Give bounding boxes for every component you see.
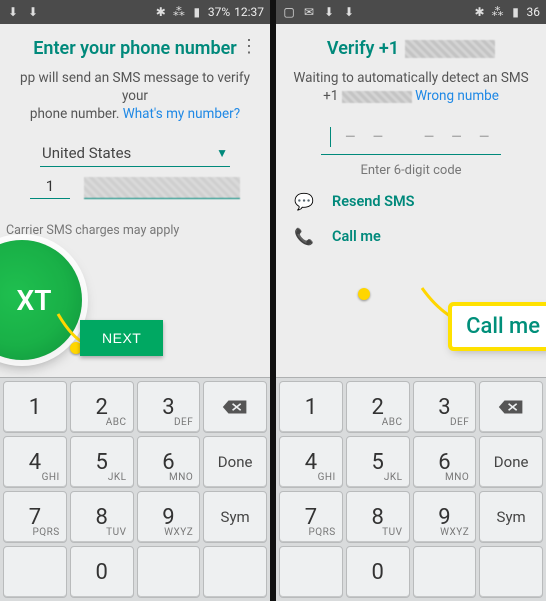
phone-screen-enter-number: ⬇ ⬇ ✱ ⁂ ▮ 37% 12:37 Enter your phone num… [0,0,270,601]
key-6[interactable]: 6MNO [413,436,477,488]
app-body: Enter your phone number ⋮ pp will send a… [0,24,270,601]
key-1[interactable]: 1 [3,381,67,433]
clock: 12:37 [234,5,264,19]
key-4[interactable]: 4GHI [279,436,343,488]
country-code-input[interactable]: 1 [30,177,70,199]
carrier-note: Carrier SMS charges may apply [0,203,270,238]
status-bar: ▢ ✉ ⬇ ⬇ ✱ ⁂ ▮ 36 [276,0,546,24]
resend-sms-row[interactable]: 💬 Resend SMS [276,178,546,221]
key-8[interactable]: 8TUV [70,491,134,543]
whats-my-number-link[interactable]: What's my number? [123,106,240,122]
country-name: United States [42,144,131,162]
chevron-down-icon: ▼ [216,146,228,160]
key-8[interactable]: 8TUV [346,491,410,543]
wifi-icon: ⁂ [172,5,186,19]
page-title: Verify +1 [276,24,546,65]
key-1[interactable]: 1 [279,381,343,433]
key-5[interactable]: 5JKL [346,436,410,488]
bluetooth-icon: ✱ [473,5,487,19]
key-3[interactable]: 3DEF [413,381,477,433]
overflow-menu-icon[interactable]: ⋮ [240,38,258,56]
phone-icon: 📞 [294,227,314,246]
key-blank-left[interactable] [279,546,343,598]
next-button[interactable]: NEXT [80,320,163,356]
key-5[interactable]: 5JKL [70,436,134,488]
bluetooth-icon: ✱ [154,5,168,19]
key-4[interactable]: 4GHI [3,436,67,488]
call-me-row[interactable]: 📞 Call me [276,221,546,256]
signal-icon: ▮ [509,5,523,19]
key-backspace[interactable] [479,381,543,433]
key-0[interactable]: 0 [346,546,410,598]
key-blank-left[interactable] [3,546,67,598]
sms-icon: 💬 [294,192,314,211]
key-2[interactable]: 2ABC [346,381,410,433]
key-sym[interactable]: Sym [203,491,267,543]
app-body: Verify +1 Waiting to automatically detec… [276,24,546,601]
redacted-number [405,40,495,58]
phone-screen-verify: ▢ ✉ ⬇ ⬇ ✱ ⁂ ▮ 36 Verify +1 Waiting to au… [276,0,546,601]
numeric-keypad: 1 2ABC 3DEF 4GHI 5JKL 6MNO Done 7PQRS 8T… [0,377,270,601]
redacted-number-inline [342,91,412,103]
key-7[interactable]: 7PQRS [279,491,343,543]
code-label: Enter 6-digit code [276,163,546,178]
key-7[interactable]: 7PQRS [3,491,67,543]
key-blank-corner[interactable] [203,546,267,598]
callout-highlight-callme: Call me [452,306,546,347]
status-bar: ⬇ ⬇ ✱ ⁂ ▮ 37% 12:37 [0,0,270,24]
key-sym[interactable]: Sym [479,491,543,543]
waiting-text: Waiting to automatically detect an SMS +… [276,65,546,109]
phone-number-input[interactable] [84,177,240,199]
callout-bubble-next: XT [0,240,82,360]
key-blank-right[interactable] [413,546,477,598]
battery-percent: 37% [208,5,230,19]
key-backspace[interactable] [203,381,267,433]
sms-explainer: pp will send an SMS message to verify yo… [0,65,270,128]
key-9[interactable]: 9WXYZ [413,491,477,543]
battery-percent: 36 [527,5,541,19]
mail-icon: ✉ [302,5,316,19]
key-blank-right[interactable] [137,546,201,598]
key-2[interactable]: 2ABC [70,381,134,433]
wrong-number-link[interactable]: Wrong numbe [415,88,499,104]
country-selector[interactable]: United States ▼ [40,140,230,167]
key-3[interactable]: 3DEF [137,381,201,433]
download-icon: ⬇ [6,5,20,19]
code-input[interactable]: –– ––– [321,123,501,155]
key-done[interactable]: Done [203,436,267,488]
app-icon: ▢ [282,5,296,19]
callout-dot [358,288,370,300]
key-done[interactable]: Done [479,436,543,488]
signal-icon: ▮ [190,5,204,19]
numeric-keypad: 1 2ABC 3DEF 4GHI 5JKL 6MNO Done 7PQRS 8T… [276,377,546,601]
download-icon: ⬇ [26,5,40,19]
key-6[interactable]: 6MNO [137,436,201,488]
download-icon: ⬇ [342,5,356,19]
page-title: Enter your phone number [33,38,236,59]
download-icon: ⬇ [322,5,336,19]
key-0[interactable]: 0 [70,546,134,598]
key-blank-corner[interactable] [479,546,543,598]
wifi-icon: ⁂ [491,5,505,19]
key-9[interactable]: 9WXYZ [137,491,201,543]
